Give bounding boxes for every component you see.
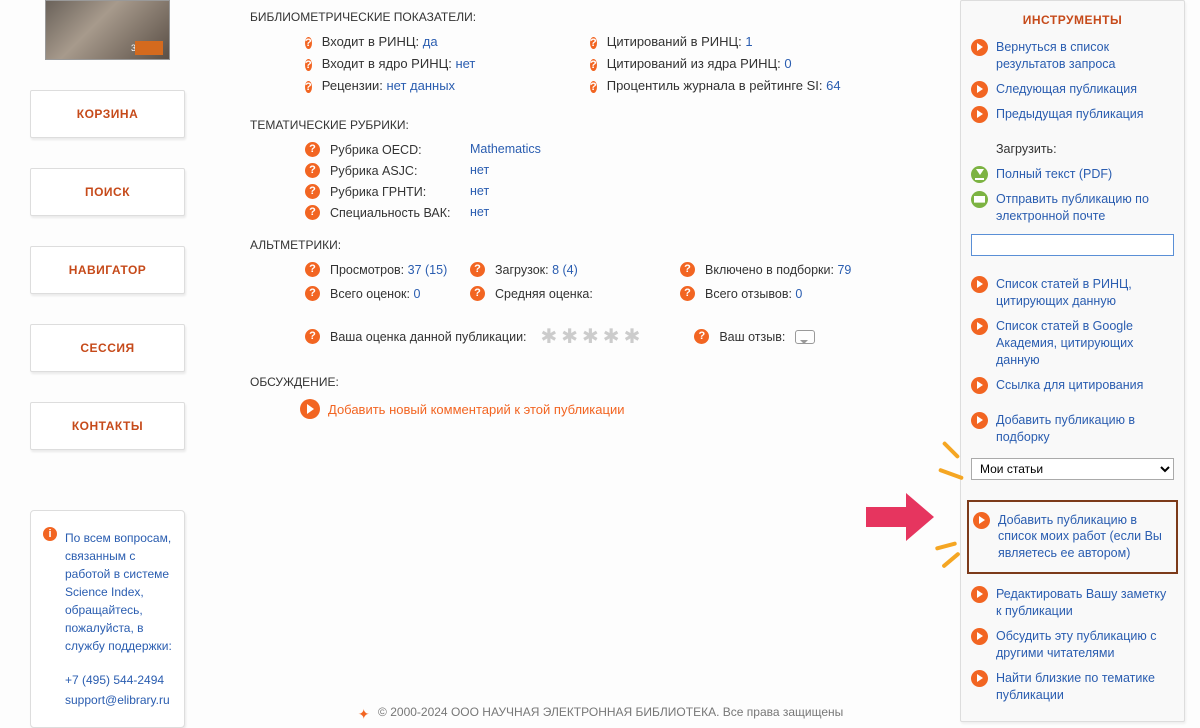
play-icon <box>971 81 988 98</box>
help-icon[interactable]: ? <box>694 329 709 344</box>
annotation-dash <box>935 541 957 551</box>
rinc-cites-value[interactable]: 1 <box>745 34 752 49</box>
percentile-value[interactable]: 64 <box>826 78 840 93</box>
play-icon <box>973 512 990 529</box>
support-phone[interactable]: +7 (495) 544-2494 <box>65 671 172 689</box>
rinc-core-value[interactable]: нет <box>455 56 475 71</box>
play-icon <box>971 670 988 687</box>
help-icon[interactable]: ? <box>590 81 597 93</box>
nav-navigator[interactable]: НАВИГАТОР <box>30 246 185 294</box>
reviews-total-value[interactable]: 0 <box>795 287 802 301</box>
reviews-value[interactable]: нет данных <box>387 78 456 93</box>
tool-prev-pub[interactable]: Предыдущая публикация <box>971 106 1174 123</box>
help-icon[interactable]: ? <box>590 37 597 49</box>
left-sidebar: 3·2014 КОРЗИНА ПОИСК НАВИГАТОР СЕССИЯ КО… <box>30 0 185 728</box>
asjc-value[interactable]: нет <box>470 163 489 178</box>
play-icon <box>300 399 320 419</box>
collections-value[interactable]: 79 <box>837 263 851 277</box>
section-discussion-title: ОБСУЖДЕНИЕ: <box>250 375 940 389</box>
help-icon[interactable]: ? <box>305 59 312 71</box>
star-icon <box>357 706 371 720</box>
help-icon[interactable]: ? <box>305 163 320 178</box>
help-icon[interactable]: ? <box>305 329 320 344</box>
play-icon <box>971 586 988 603</box>
play-icon <box>971 412 988 429</box>
play-icon <box>971 628 988 645</box>
play-icon <box>971 106 988 123</box>
annotation-dash <box>941 551 960 568</box>
grnti-value[interactable]: нет <box>470 184 489 199</box>
help-icon[interactable]: ? <box>305 286 320 301</box>
help-icon[interactable]: ? <box>680 286 695 301</box>
download-icon <box>971 166 988 183</box>
tool-back-to-results[interactable]: Вернуться в список результатов запроса <box>971 39 1174 73</box>
your-rating-label: Ваша оценка данной публикации: <box>330 330 527 344</box>
tool-email-send[interactable]: Отправить публикацию по электронной почт… <box>971 191 1174 225</box>
help-icon[interactable]: ? <box>470 262 485 277</box>
help-icon[interactable]: ? <box>305 262 320 277</box>
add-comment-link[interactable]: Добавить новый комментарий к этой публик… <box>300 399 940 419</box>
tool-google-citing[interactable]: Список статей в Google Академия, цитирую… <box>971 318 1174 369</box>
views-value[interactable]: 37 (15) <box>408 263 448 277</box>
your-review-label: Ваш отзыв: <box>719 330 785 344</box>
tool-discuss[interactable]: Обсудить эту публикацию с другими читате… <box>971 628 1174 662</box>
vak-value[interactable]: нет <box>470 205 489 220</box>
download-label: Загрузить: <box>996 141 1174 158</box>
nav-search[interactable]: ПОИСК <box>30 168 185 216</box>
nav-contacts[interactable]: КОНТАКТЫ <box>30 402 185 450</box>
footer: © 2000-2024 ООО НАУЧНАЯ ЭЛЕКТРОННАЯ БИБЛ… <box>0 701 1200 725</box>
mail-icon <box>971 191 988 208</box>
section-altmetrics-title: АЛЬТМЕТРИКИ: <box>250 238 940 252</box>
journal-cover-thumb[interactable]: 3·2014 <box>45 0 170 60</box>
section-bibliometrics-title: БИБЛИОМЕТРИЧЕСКИЕ ПОКАЗАТЕЛИ: <box>250 10 940 24</box>
annotation-arrow <box>866 493 936 541</box>
support-info-box: i По всем вопросам, связанным с работой … <box>30 510 185 728</box>
tools-panel: ИНСТРУМЕНТЫ Вернуться в список результат… <box>960 0 1185 722</box>
nav-cart[interactable]: КОРЗИНА <box>30 90 185 138</box>
tools-title: ИНСТРУМЕНТЫ <box>971 13 1174 27</box>
nav-session[interactable]: СЕССИЯ <box>30 324 185 372</box>
collection-select[interactable]: Мои статьи <box>971 458 1174 480</box>
tool-citation-link[interactable]: Ссылка для цитирования <box>971 377 1174 394</box>
info-icon: i <box>43 527 57 541</box>
highlighted-tool-box: Добавить публикацию в список моих работ … <box>967 500 1178 575</box>
tool-add-to-collection[interactable]: Добавить публикацию в подборку <box>971 412 1174 446</box>
tool-add-to-my-works[interactable]: Добавить публикацию в список моих работ … <box>973 512 1172 563</box>
downloads-value[interactable]: 8 (4) <box>552 263 578 277</box>
support-text: По всем вопросам, связанным с работой в … <box>65 531 172 653</box>
play-icon <box>971 377 988 394</box>
rating-stars[interactable]: ✱✱✱✱✱ <box>541 324 645 349</box>
help-icon[interactable]: ? <box>305 205 320 220</box>
tool-rinc-citing[interactable]: Список статей в РИНЦ, цитирующих данную <box>971 276 1174 310</box>
help-icon[interactable]: ? <box>305 184 320 199</box>
help-icon[interactable]: ? <box>590 59 597 71</box>
tool-find-similar[interactable]: Найти близкие по тематике публикации <box>971 670 1174 704</box>
help-icon[interactable]: ? <box>680 262 695 277</box>
annotation-dash <box>942 441 960 459</box>
help-icon[interactable]: ? <box>305 142 320 157</box>
play-icon <box>971 318 988 335</box>
oecd-value[interactable]: Mathematics <box>470 142 541 157</box>
rinc-included-value[interactable]: да <box>423 34 438 49</box>
rinc-core-cites-value[interactable]: 0 <box>784 56 791 71</box>
help-icon[interactable]: ? <box>305 37 312 49</box>
tool-next-pub[interactable]: Следующая публикация <box>971 81 1174 98</box>
help-icon[interactable]: ? <box>470 286 485 301</box>
journal-issue-label: 3·2014 <box>131 43 159 53</box>
comment-icon[interactable] <box>795 330 815 344</box>
ratings-total-value[interactable]: 0 <box>413 287 420 301</box>
copyright-text: © 2000-2024 ООО НАУЧНАЯ ЭЛЕКТРОННАЯ БИБЛ… <box>378 705 843 719</box>
tool-edit-note[interactable]: Редактировать Вашу заметку к публикации <box>971 586 1174 620</box>
play-icon <box>971 276 988 293</box>
email-input[interactable] <box>971 234 1174 256</box>
section-topics-title: ТЕМАТИЧЕСКИЕ РУБРИКИ: <box>250 118 940 132</box>
play-icon <box>971 39 988 56</box>
tool-fulltext-pdf[interactable]: Полный текст (PDF) <box>971 166 1174 183</box>
main-content: БИБЛИОМЕТРИЧЕСКИЕ ПОКАЗАТЕЛИ: ?Входит в … <box>250 0 940 419</box>
help-icon[interactable]: ? <box>305 81 312 93</box>
